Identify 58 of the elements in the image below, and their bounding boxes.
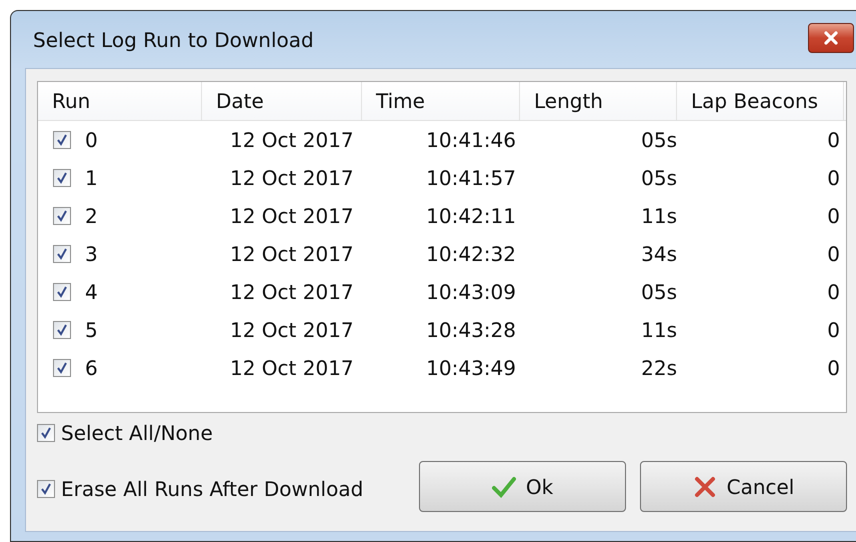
- column-header[interactable]: Date: [202, 82, 362, 120]
- table-cell: 10:42:32: [426, 242, 516, 266]
- table-cell: 0: [85, 128, 98, 152]
- table-cell: 11s: [641, 318, 677, 342]
- table-cell: 1: [85, 166, 98, 190]
- table-cell: 34s: [641, 242, 677, 266]
- table-cell: 05s: [641, 166, 677, 190]
- table-cell: 22s: [641, 356, 677, 380]
- table-cell: 12 Oct 2017: [230, 128, 354, 152]
- table-cell: 0: [827, 204, 840, 228]
- checkbox[interactable]: [53, 131, 71, 149]
- close-button[interactable]: [808, 22, 854, 52]
- ok-button[interactable]: Ok: [419, 461, 626, 512]
- table-cell: 05s: [641, 280, 677, 304]
- window-title: Select Log Run to Download: [33, 28, 315, 52]
- checkbox[interactable]: [53, 169, 71, 187]
- table-cell: 0: [827, 242, 840, 266]
- table-cell: 05s: [641, 128, 677, 152]
- close-icon: [822, 30, 840, 44]
- table-cell: 4: [85, 280, 98, 304]
- table-cell: 10:43:49: [426, 356, 516, 380]
- table-cell: 2: [85, 204, 98, 228]
- checkbox[interactable]: [53, 359, 71, 377]
- checkmark-icon: [492, 476, 516, 498]
- column-header[interactable]: Run: [38, 82, 202, 120]
- table-cell: 0: [827, 166, 840, 190]
- table-cell: 3: [85, 242, 98, 266]
- table-cell: 0: [827, 128, 840, 152]
- checkbox[interactable]: [37, 480, 55, 498]
- table-cell: 0: [827, 356, 840, 380]
- table-cell: 5: [85, 318, 98, 342]
- table-cell: 10:43:09: [426, 280, 516, 304]
- table-cell: 12 Oct 2017: [230, 242, 354, 266]
- checkbox[interactable]: [53, 283, 71, 301]
- table-cell: 10:41:57: [426, 166, 516, 190]
- table-cell: 12 Oct 2017: [230, 318, 354, 342]
- table-cell: 12 Oct 2017: [230, 204, 354, 228]
- column-header[interactable]: Length: [520, 82, 677, 120]
- table-cell: 12 Oct 2017: [230, 166, 354, 190]
- table-cell: 12 Oct 2017: [230, 280, 354, 304]
- checkbox[interactable]: [53, 207, 71, 225]
- checkbox[interactable]: [37, 424, 55, 442]
- table-cell: 10:43:28: [426, 318, 516, 342]
- column-header[interactable]: Lap Beacons: [677, 82, 844, 120]
- cancel-button[interactable]: Cancel: [640, 461, 847, 512]
- checkbox-label: Erase All Runs After Download: [61, 477, 364, 501]
- checkbox-label: Select All/None: [61, 421, 213, 445]
- table-cell: 10:41:46: [426, 128, 516, 152]
- checkbox[interactable]: [53, 245, 71, 263]
- table-cell: 0: [827, 318, 840, 342]
- table-cell: 6: [85, 356, 98, 380]
- cross-icon: [692, 476, 717, 498]
- column-header[interactable]: Time: [362, 82, 520, 120]
- table-cell: 10:42:11: [426, 204, 516, 228]
- checkbox[interactable]: [53, 321, 71, 339]
- table-cell: 11s: [641, 204, 677, 228]
- table-cell: 12 Oct 2017: [230, 356, 354, 380]
- table-cell: 0: [827, 280, 840, 304]
